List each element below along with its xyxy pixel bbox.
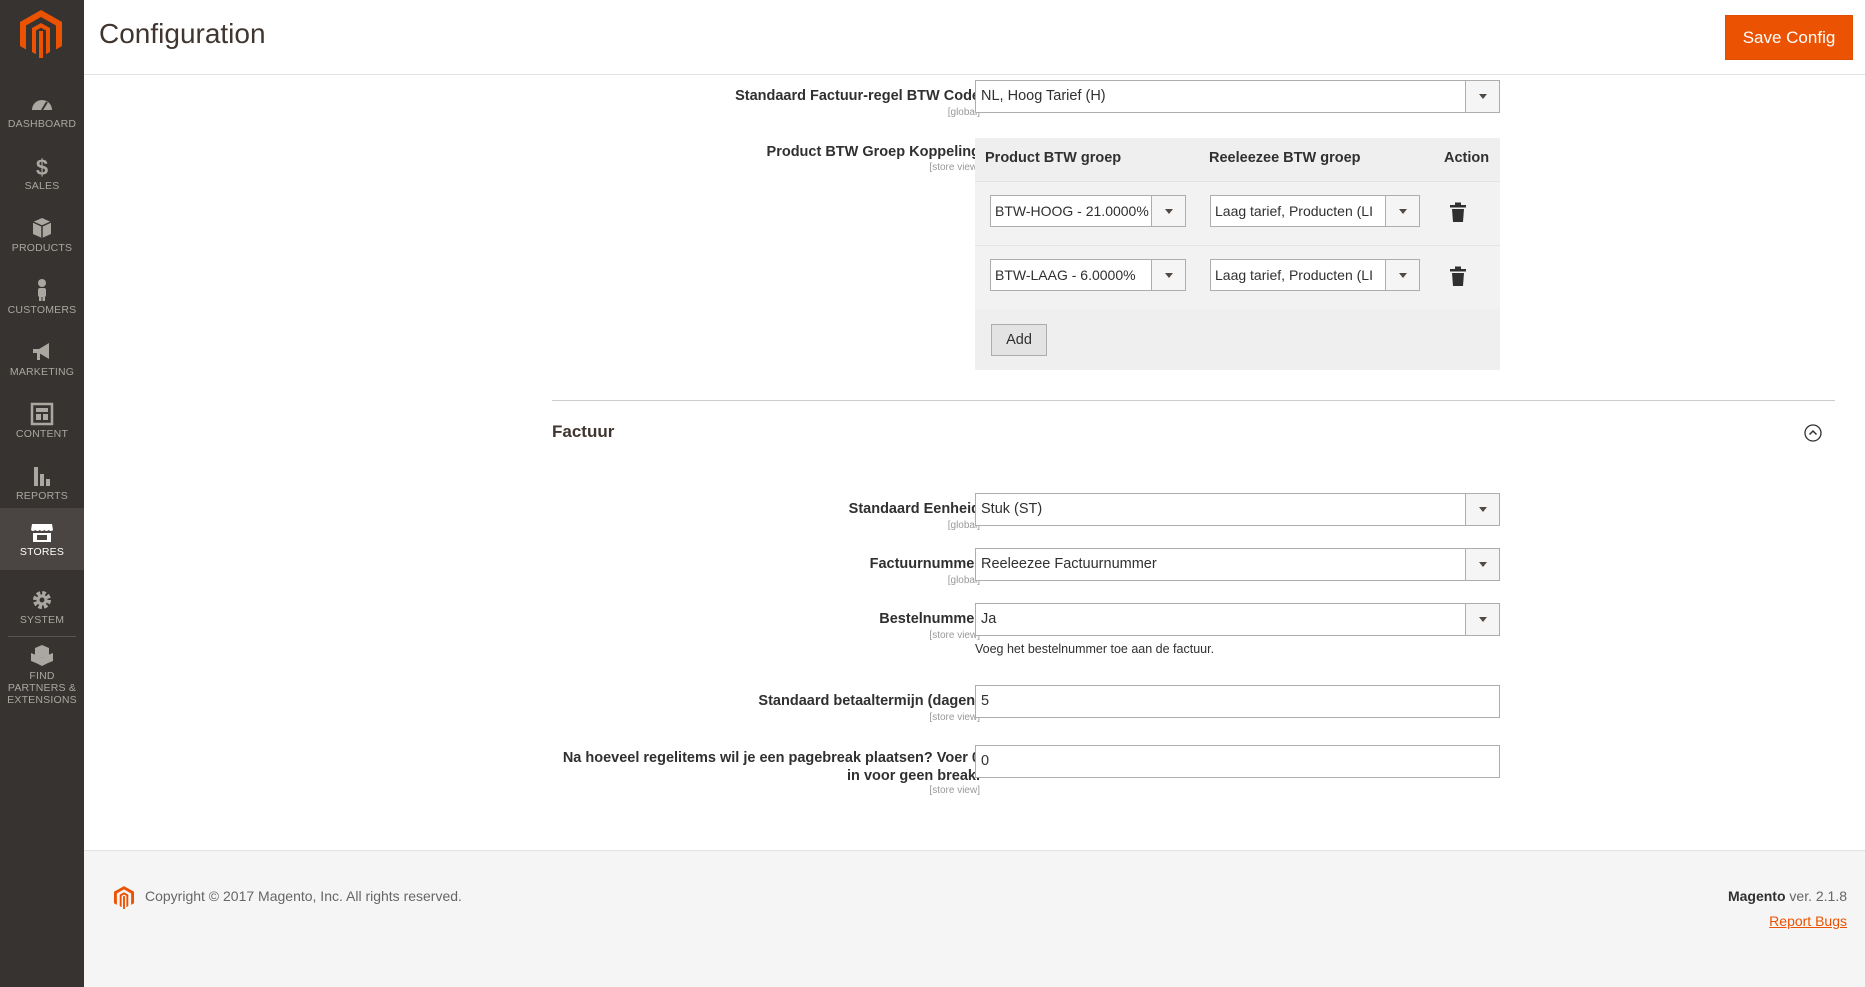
field-scope: [store view] xyxy=(929,785,980,796)
page-title: Configuration xyxy=(99,18,266,49)
section-divider xyxy=(552,400,1835,401)
nav-products[interactable]: Products xyxy=(0,204,84,266)
collapse-icon[interactable] xyxy=(1804,424,1822,442)
bestelnummer-select[interactable]: Ja xyxy=(975,603,1500,636)
report-bugs-link[interactable]: Report Bugs xyxy=(1769,913,1847,929)
chevron-down-icon xyxy=(1465,549,1499,580)
speedometer-icon xyxy=(32,100,52,111)
field-label: Factuurnummer xyxy=(869,556,980,572)
field-scope: [store view] xyxy=(929,712,980,723)
add-mapping-button[interactable]: Add xyxy=(991,324,1047,356)
sidebar-divider xyxy=(8,636,76,637)
nav-find-partners[interactable]: Find Partners & Extensions xyxy=(0,640,84,706)
chevron-down-icon xyxy=(1151,260,1185,290)
column-header: Action xyxy=(1444,150,1490,166)
bar-chart-icon xyxy=(34,467,50,486)
standaard-eenheid-select[interactable]: Stuk (ST) xyxy=(975,493,1500,526)
save-config-button[interactable]: Save Config xyxy=(1725,15,1853,60)
page-footer: Copyright © 2017 Magento, Inc. All right… xyxy=(84,850,1865,987)
default-btw-code-select[interactable]: NL, Hoog Tarief (H) xyxy=(975,80,1500,113)
trash-icon[interactable] xyxy=(1449,202,1467,223)
megaphone-icon xyxy=(33,343,49,360)
store-icon xyxy=(31,524,53,542)
copyright-text: Copyright © 2017 Magento, Inc. All right… xyxy=(145,888,462,904)
btw-mapping-table: Product BTW groep Reeleezee BTW groep Ac… xyxy=(975,138,1500,370)
nav-customers[interactable]: Customers xyxy=(0,266,84,328)
nav-sales[interactable]: $ Sales xyxy=(0,142,84,204)
table-row: BTW-LAAG - 6.0000% Laag tarief, Producte… xyxy=(975,245,1500,309)
nav-dashboard[interactable]: Dashboard xyxy=(0,80,84,142)
column-header: Reeleezee BTW groep xyxy=(1209,150,1361,166)
field-note: Voeg het bestelnummer toe aan de factuur… xyxy=(975,642,1215,656)
magento-logo-icon[interactable] xyxy=(20,10,62,58)
product-btw-group-select[interactable]: BTW-LAAG - 6.0000% xyxy=(990,259,1186,291)
nav-content[interactable]: Content xyxy=(0,390,84,452)
nav-reports[interactable]: Reports xyxy=(0,452,84,514)
column-header: Product BTW groep xyxy=(985,150,1122,166)
field-label: Na hoeveel regelitems wil je een pagebre… xyxy=(562,750,980,784)
gear-icon xyxy=(33,591,51,609)
version-text: Magento ver. 2.1.8 xyxy=(1727,888,1847,904)
person-icon xyxy=(38,279,46,301)
page-header: Configuration Save Config xyxy=(84,0,1865,75)
field-label: Product BTW Groep Koppeling xyxy=(766,144,980,160)
pagebreak-input[interactable]: 0 xyxy=(975,745,1500,778)
section-title-factuur[interactable]: Factuur xyxy=(552,422,614,442)
boxes-icon xyxy=(31,645,53,666)
admin-sidebar: Dashboard $ Sales Products Customers Mar… xyxy=(0,0,84,987)
svg-text:$: $ xyxy=(36,155,48,178)
nav-system[interactable]: System xyxy=(0,576,84,638)
factuurnummer-select[interactable]: Reeleezee Factuurnummer xyxy=(975,548,1500,581)
field-label: Standaard betaaltermijn (dagen) xyxy=(758,693,980,709)
box-icon xyxy=(32,218,52,238)
layout-icon xyxy=(30,402,54,426)
chevron-down-icon xyxy=(1151,196,1185,226)
field-label: Bestelnummer xyxy=(879,611,980,627)
trash-icon[interactable] xyxy=(1449,266,1467,287)
nav-stores[interactable]: Stores xyxy=(0,508,84,570)
chevron-down-icon xyxy=(1465,604,1499,635)
field-scope: [store view] xyxy=(929,162,980,173)
product-btw-group-select[interactable]: BTW-HOOG - 21.0000% xyxy=(990,195,1186,227)
betaaltermijn-input[interactable]: 5 xyxy=(975,685,1500,718)
field-label: Standaard Eenheid xyxy=(848,501,980,517)
reeleezee-btw-group-select[interactable]: Laag tarief, Producten (LI xyxy=(1210,259,1420,291)
chevron-down-icon xyxy=(1385,196,1419,226)
chevron-down-icon xyxy=(1465,494,1499,525)
field-scope: [store view] xyxy=(929,630,980,641)
reeleezee-btw-group-select[interactable]: Laag tarief, Producten (LI xyxy=(1210,195,1420,227)
nav-marketing[interactable]: Marketing xyxy=(0,328,84,390)
chevron-down-icon xyxy=(1385,260,1419,290)
table-row: BTW-HOOG - 21.0000% Laag tarief, Product… xyxy=(975,181,1500,245)
chevron-down-icon xyxy=(1465,81,1499,112)
field-label: Standaard Factuur-regel BTW Code xyxy=(735,88,980,104)
dollar-icon: $ xyxy=(36,155,48,178)
magento-logo-icon xyxy=(114,886,134,909)
